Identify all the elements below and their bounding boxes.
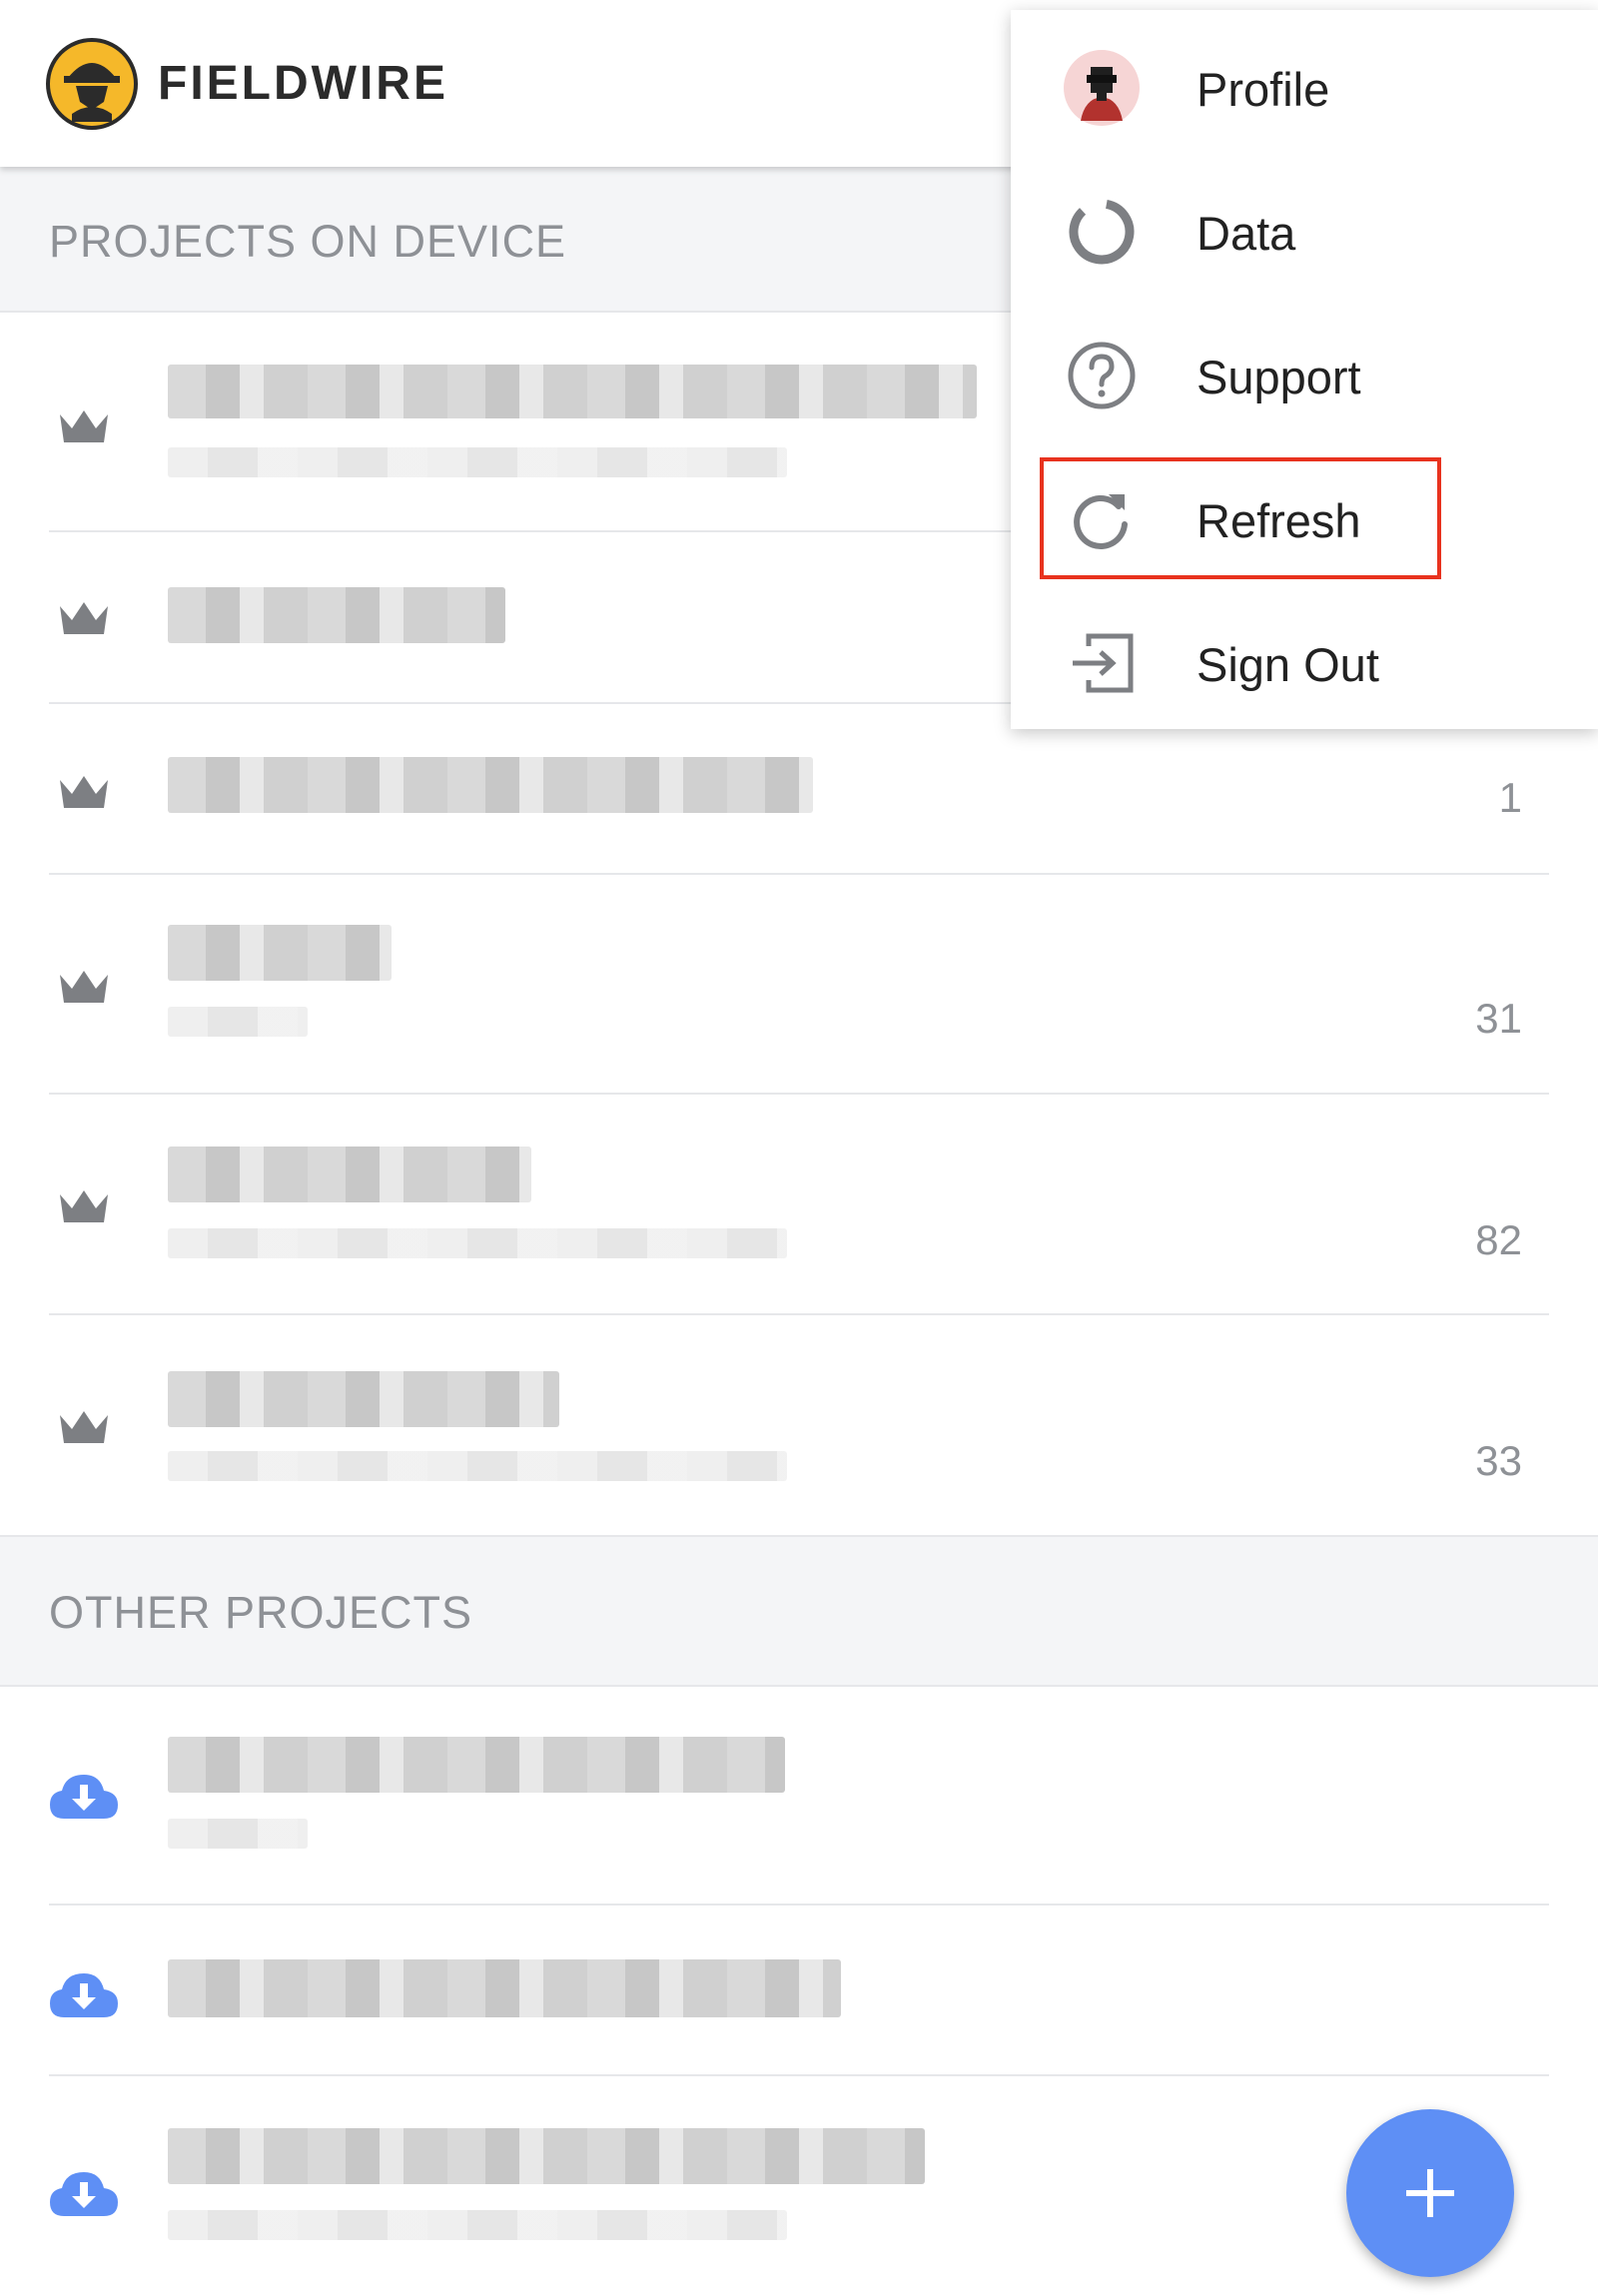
project-details-redacted — [168, 2210, 787, 2240]
project-name-redacted — [168, 1959, 841, 2017]
section-header-other: OTHER PROJECTS — [0, 1535, 1598, 1687]
section-title: PROJECTS ON DEVICE — [49, 216, 567, 267]
crown-icon — [60, 1190, 108, 1222]
project-details-redacted — [168, 1819, 308, 1849]
project-name-redacted — [168, 1371, 559, 1427]
cloud-download-icon[interactable] — [48, 1771, 120, 1823]
project-name-redacted — [168, 925, 392, 981]
fieldwire-logo-icon — [46, 38, 138, 130]
plus-icon — [1406, 2169, 1454, 2217]
project-row[interactable]: 31 — [0, 875, 1598, 1095]
account-menu: Profile Data Support Refresh Sign Out — [1011, 10, 1598, 729]
project-name-redacted — [168, 2128, 925, 2184]
project-details-redacted — [168, 1451, 787, 1481]
crown-icon — [60, 776, 108, 808]
cloud-download-icon[interactable] — [48, 1969, 120, 2021]
project-row[interactable] — [0, 1685, 1598, 1906]
menu-label: Sign Out — [1197, 638, 1379, 691]
crown-icon — [60, 1411, 108, 1443]
project-name-redacted — [168, 587, 505, 643]
menu-item-data[interactable]: Data — [1011, 160, 1598, 290]
project-details-redacted — [168, 447, 787, 477]
project-row[interactable]: 1 — [0, 704, 1598, 875]
menu-label: Profile — [1197, 63, 1330, 116]
menu-label: Data — [1197, 207, 1296, 260]
project-count: 1 — [1498, 774, 1522, 821]
app-brand-name: FIELDWIRE — [158, 57, 448, 110]
project-details-redacted — [168, 1228, 787, 1258]
crown-icon — [60, 971, 108, 1003]
project-count: 31 — [1475, 995, 1522, 1042]
project-name-redacted — [168, 365, 977, 418]
menu-item-sign-out[interactable]: Sign Out — [1011, 591, 1598, 721]
section-title: OTHER PROJECTS — [49, 1587, 473, 1638]
project-row[interactable] — [0, 1906, 1598, 2076]
crown-icon — [60, 410, 108, 442]
project-details-redacted — [168, 1007, 308, 1037]
menu-item-profile[interactable]: Profile — [1011, 16, 1598, 146]
project-name-redacted — [168, 1147, 531, 1202]
add-project-button[interactable] — [1346, 2109, 1514, 2277]
project-count: 82 — [1475, 1216, 1522, 1263]
menu-item-support[interactable]: Support — [1011, 304, 1598, 433]
help-circle-icon — [1068, 342, 1136, 409]
menu-label: Support — [1197, 351, 1361, 403]
project-row[interactable]: 33 — [0, 1315, 1598, 1535]
sign-out-icon — [1073, 633, 1134, 693]
project-name-redacted — [168, 757, 813, 813]
project-count: 33 — [1475, 1437, 1522, 1484]
project-name-redacted — [168, 1737, 785, 1793]
refresh-highlight-box — [1040, 457, 1441, 579]
project-row[interactable]: 82 — [0, 1095, 1598, 1315]
cloud-download-icon[interactable] — [48, 2168, 120, 2220]
avatar — [1064, 50, 1140, 126]
donut-chart-icon — [1069, 199, 1135, 265]
crown-icon — [60, 602, 108, 634]
